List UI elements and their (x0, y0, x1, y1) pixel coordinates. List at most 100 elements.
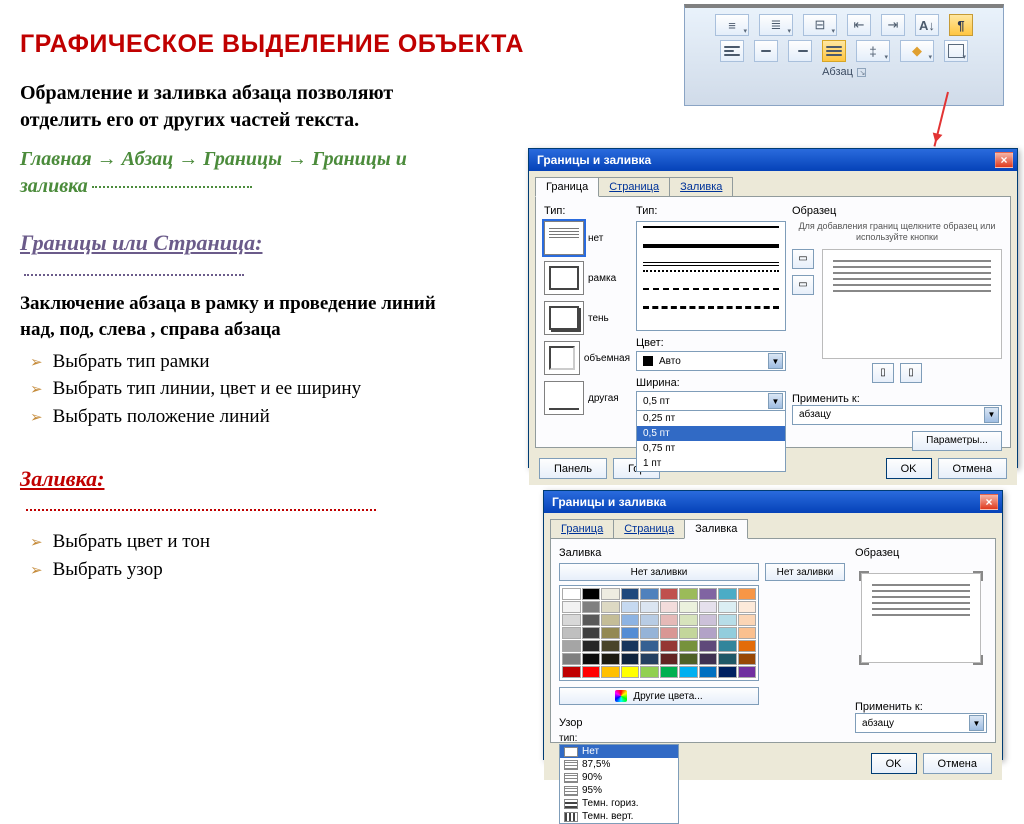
color-swatch[interactable] (699, 666, 718, 678)
color-swatch[interactable] (621, 627, 640, 639)
no-fill-side[interactable]: Нет заливки (765, 563, 845, 581)
color-swatch[interactable] (582, 653, 601, 665)
color-swatch[interactable] (601, 588, 620, 600)
align-left-button[interactable] (720, 40, 744, 62)
color-swatch[interactable] (582, 640, 601, 652)
color-swatch[interactable] (699, 627, 718, 639)
align-justify-button[interactable] (822, 40, 846, 62)
tab-shading[interactable]: Заливка (684, 519, 748, 539)
border-top-button[interactable]: ▭ (792, 249, 814, 269)
color-swatch[interactable] (679, 666, 698, 678)
dialog-launcher-icon[interactable] (857, 68, 866, 77)
color-swatch[interactable] (679, 614, 698, 626)
cancel-button[interactable]: Отмена (923, 753, 992, 774)
show-marks-button[interactable]: ¶ (949, 14, 973, 36)
align-center-button[interactable] (754, 40, 778, 62)
color-swatch[interactable] (660, 614, 679, 626)
applyto-combo[interactable]: абзацу▼ (855, 713, 987, 733)
setting-custom[interactable]: другая (544, 381, 630, 415)
color-swatch[interactable] (562, 653, 581, 665)
panel-button[interactable]: Панель (539, 458, 607, 479)
color-palette[interactable] (559, 585, 759, 681)
color-swatch[interactable] (718, 627, 737, 639)
color-swatch[interactable] (660, 601, 679, 613)
color-swatch[interactable] (660, 666, 679, 678)
color-swatch[interactable] (640, 627, 659, 639)
color-swatch[interactable] (640, 601, 659, 613)
ok-button[interactable]: OK (886, 458, 932, 479)
shading-button[interactable]: ▾ (900, 40, 934, 62)
width-option[interactable]: 0,75 пт (637, 441, 785, 456)
color-swatch[interactable] (601, 653, 620, 665)
color-swatch[interactable] (621, 653, 640, 665)
color-swatch[interactable] (718, 614, 737, 626)
color-swatch[interactable] (718, 653, 737, 665)
color-swatch[interactable] (640, 653, 659, 665)
border-right-button[interactable]: ▯ (900, 363, 922, 383)
color-swatch[interactable] (621, 601, 640, 613)
setting-3d[interactable]: объемная (544, 341, 630, 375)
line-style-list[interactable] (636, 221, 786, 331)
color-swatch[interactable] (738, 588, 757, 600)
color-swatch[interactable] (718, 601, 737, 613)
borders-button[interactable]: ▾ (944, 40, 968, 62)
color-swatch[interactable] (718, 588, 737, 600)
color-swatch[interactable] (601, 666, 620, 678)
color-swatch[interactable] (621, 588, 640, 600)
tab-page[interactable]: Страница (598, 177, 670, 196)
dialog-titlebar[interactable]: Границы и заливка × (544, 491, 1002, 513)
color-swatch[interactable] (738, 640, 757, 652)
tab-shading[interactable]: Заливка (669, 177, 733, 196)
pattern-option[interactable]: 95% (560, 784, 678, 797)
color-swatch[interactable] (660, 627, 679, 639)
color-swatch[interactable] (718, 666, 737, 678)
color-swatch[interactable] (660, 588, 679, 600)
color-swatch[interactable] (699, 640, 718, 652)
width-option[interactable]: 1 пт (637, 456, 785, 471)
sort-button[interactable]: A↓ (915, 14, 939, 36)
setting-box[interactable]: рамка (544, 261, 630, 295)
color-swatch[interactable] (660, 653, 679, 665)
color-swatch[interactable] (679, 627, 698, 639)
parameters-button[interactable]: Параметры... (912, 431, 1002, 451)
color-swatch[interactable] (640, 640, 659, 652)
close-button[interactable]: × (980, 494, 998, 510)
close-button[interactable]: × (995, 152, 1013, 168)
line-spacing-button[interactable]: ‡▾ (856, 40, 890, 62)
color-swatch[interactable] (601, 627, 620, 639)
pattern-option[interactable]: Темн. верт. (560, 810, 678, 823)
color-swatch[interactable] (699, 601, 718, 613)
border-left-button[interactable]: ▯ (872, 363, 894, 383)
color-swatch[interactable] (562, 627, 581, 639)
width-dropdown[interactable]: 0,25 пт 0,5 пт 0,75 пт 1 пт (636, 410, 786, 472)
pattern-option[interactable]: Нет (560, 745, 678, 758)
color-swatch[interactable] (562, 666, 581, 678)
dialog-titlebar[interactable]: Границы и заливка × (529, 149, 1017, 171)
border-bottom-button[interactable]: ▭ (792, 275, 814, 295)
pattern-option[interactable]: Темн. гориз. (560, 797, 678, 810)
color-swatch[interactable] (601, 640, 620, 652)
preview-page[interactable] (822, 249, 1002, 359)
ok-button[interactable]: OK (871, 753, 917, 774)
pattern-option[interactable]: 90% (560, 771, 678, 784)
tab-border[interactable]: Граница (550, 519, 614, 538)
color-swatch[interactable] (699, 614, 718, 626)
color-swatch[interactable] (738, 653, 757, 665)
color-swatch[interactable] (718, 640, 737, 652)
color-swatch[interactable] (738, 627, 757, 639)
width-option[interactable]: 0,25 пт (637, 411, 785, 426)
width-combo[interactable]: 0,5 пт▼ 0,25 пт 0,5 пт 0,75 пт 1 пт (636, 391, 786, 411)
more-colors-button[interactable]: Другие цвета... (559, 687, 759, 705)
color-swatch[interactable] (679, 588, 698, 600)
color-swatch[interactable] (582, 666, 601, 678)
color-swatch[interactable] (582, 614, 601, 626)
color-swatch[interactable] (640, 666, 659, 678)
color-swatch[interactable] (621, 614, 640, 626)
color-swatch[interactable] (582, 601, 601, 613)
align-right-button[interactable] (788, 40, 812, 62)
pattern-list[interactable]: Нет 87,5% 90% 95% Темн. гориз. Темн. вер… (559, 744, 679, 824)
color-swatch[interactable] (562, 601, 581, 613)
color-swatch[interactable] (601, 601, 620, 613)
setting-shadow[interactable]: тень (544, 301, 630, 335)
color-swatch[interactable] (679, 601, 698, 613)
